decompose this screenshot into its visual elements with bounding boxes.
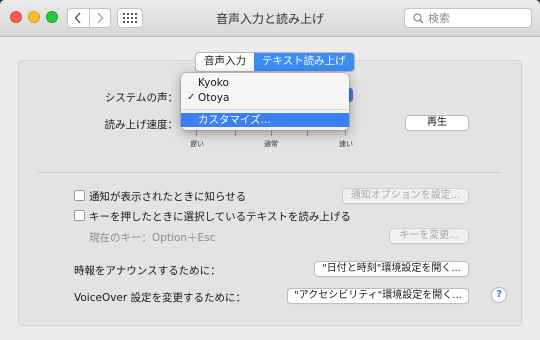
alert-options-button[interactable]: 通知オプションを設定... — [342, 188, 469, 204]
section-divider — [38, 172, 502, 173]
back-button[interactable] — [68, 9, 89, 27]
navigation-buttons — [67, 8, 111, 28]
rate-fast-label: 速い — [339, 140, 353, 148]
speaking-rate-slider[interactable] — [190, 130, 350, 138]
menu-item-label: カスタマイズ... — [198, 114, 271, 126]
menu-item-kyoko[interactable]: Kyoko — [181, 76, 349, 90]
speak-selection-checkbox[interactable] — [74, 210, 85, 221]
announce-alerts-checkbox[interactable] — [74, 190, 85, 201]
search-field[interactable] — [404, 8, 532, 28]
preferences-window: 音声入力と読み上げ 音声入力 テキスト読み上げ システムの声： 読み上げ速度： … — [0, 0, 540, 340]
rate-slow-label: 遅い — [190, 140, 204, 148]
slider-tick — [196, 130, 197, 136]
forward-button[interactable] — [88, 9, 111, 27]
menu-item-customize[interactable]: カスタマイズ... — [181, 113, 349, 127]
voice-popup-menu: Kyoko ✓ Otoya カスタマイズ... — [181, 73, 349, 130]
close-window-button[interactable] — [10, 11, 22, 23]
slider-tick — [235, 130, 236, 136]
chevron-right-icon — [97, 12, 104, 24]
system-voice-label: システムの声： — [104, 92, 178, 104]
zoom-window-button[interactable] — [46, 11, 58, 23]
chevron-left-icon — [74, 12, 81, 24]
help-button[interactable]: ? — [491, 287, 507, 303]
menu-separator — [181, 109, 349, 110]
grid-icon — [123, 13, 137, 23]
clock-label: 時報をアナウンスするために： — [74, 265, 221, 277]
speak-selection-label: キーを押したときに選択しているテキストを読み上げる — [89, 211, 351, 223]
slider-tick — [307, 130, 308, 136]
window-title: 音声入力と読み上げ — [215, 12, 324, 26]
search-input[interactable] — [424, 11, 518, 25]
menu-item-otoya[interactable]: ✓ Otoya — [181, 91, 349, 105]
slider-tick — [271, 130, 272, 136]
minimize-window-button[interactable] — [28, 11, 40, 23]
search-icon — [413, 12, 424, 24]
tab-bar: 音声入力 テキスト読み上げ — [195, 52, 355, 72]
open-accessibility-button[interactable]: "アクセシビリティ"環境設定を開く... — [287, 288, 469, 304]
checkmark-icon: ✓ — [187, 92, 196, 103]
title-bar: 音声入力と読み上げ — [0, 0, 540, 37]
change-key-button[interactable]: キーを変更... — [389, 228, 469, 244]
show-all-button[interactable] — [117, 8, 143, 28]
menu-item-label: Otoya — [198, 92, 230, 104]
open-date-time-button[interactable]: "日付と時刻"環境設定を開く... — [314, 261, 469, 277]
slider-tick — [345, 130, 346, 136]
current-key-label: 現在のキー：Option＋Esc — [89, 232, 216, 244]
speaking-rate-label: 読み上げ速度： — [104, 119, 179, 131]
tab-dictation[interactable]: 音声入力 — [196, 53, 254, 71]
rate-normal-label: 通常 — [264, 140, 278, 148]
tab-text-to-speech[interactable]: テキスト読み上げ — [254, 53, 354, 71]
voiceover-label: VoiceOver 設定を変更するために： — [74, 292, 247, 304]
play-button[interactable]: 再生 — [405, 115, 469, 131]
announce-alerts-label: 通知が表示されたときに知らせる — [89, 191, 247, 203]
menu-item-label: Kyoko — [198, 77, 229, 89]
